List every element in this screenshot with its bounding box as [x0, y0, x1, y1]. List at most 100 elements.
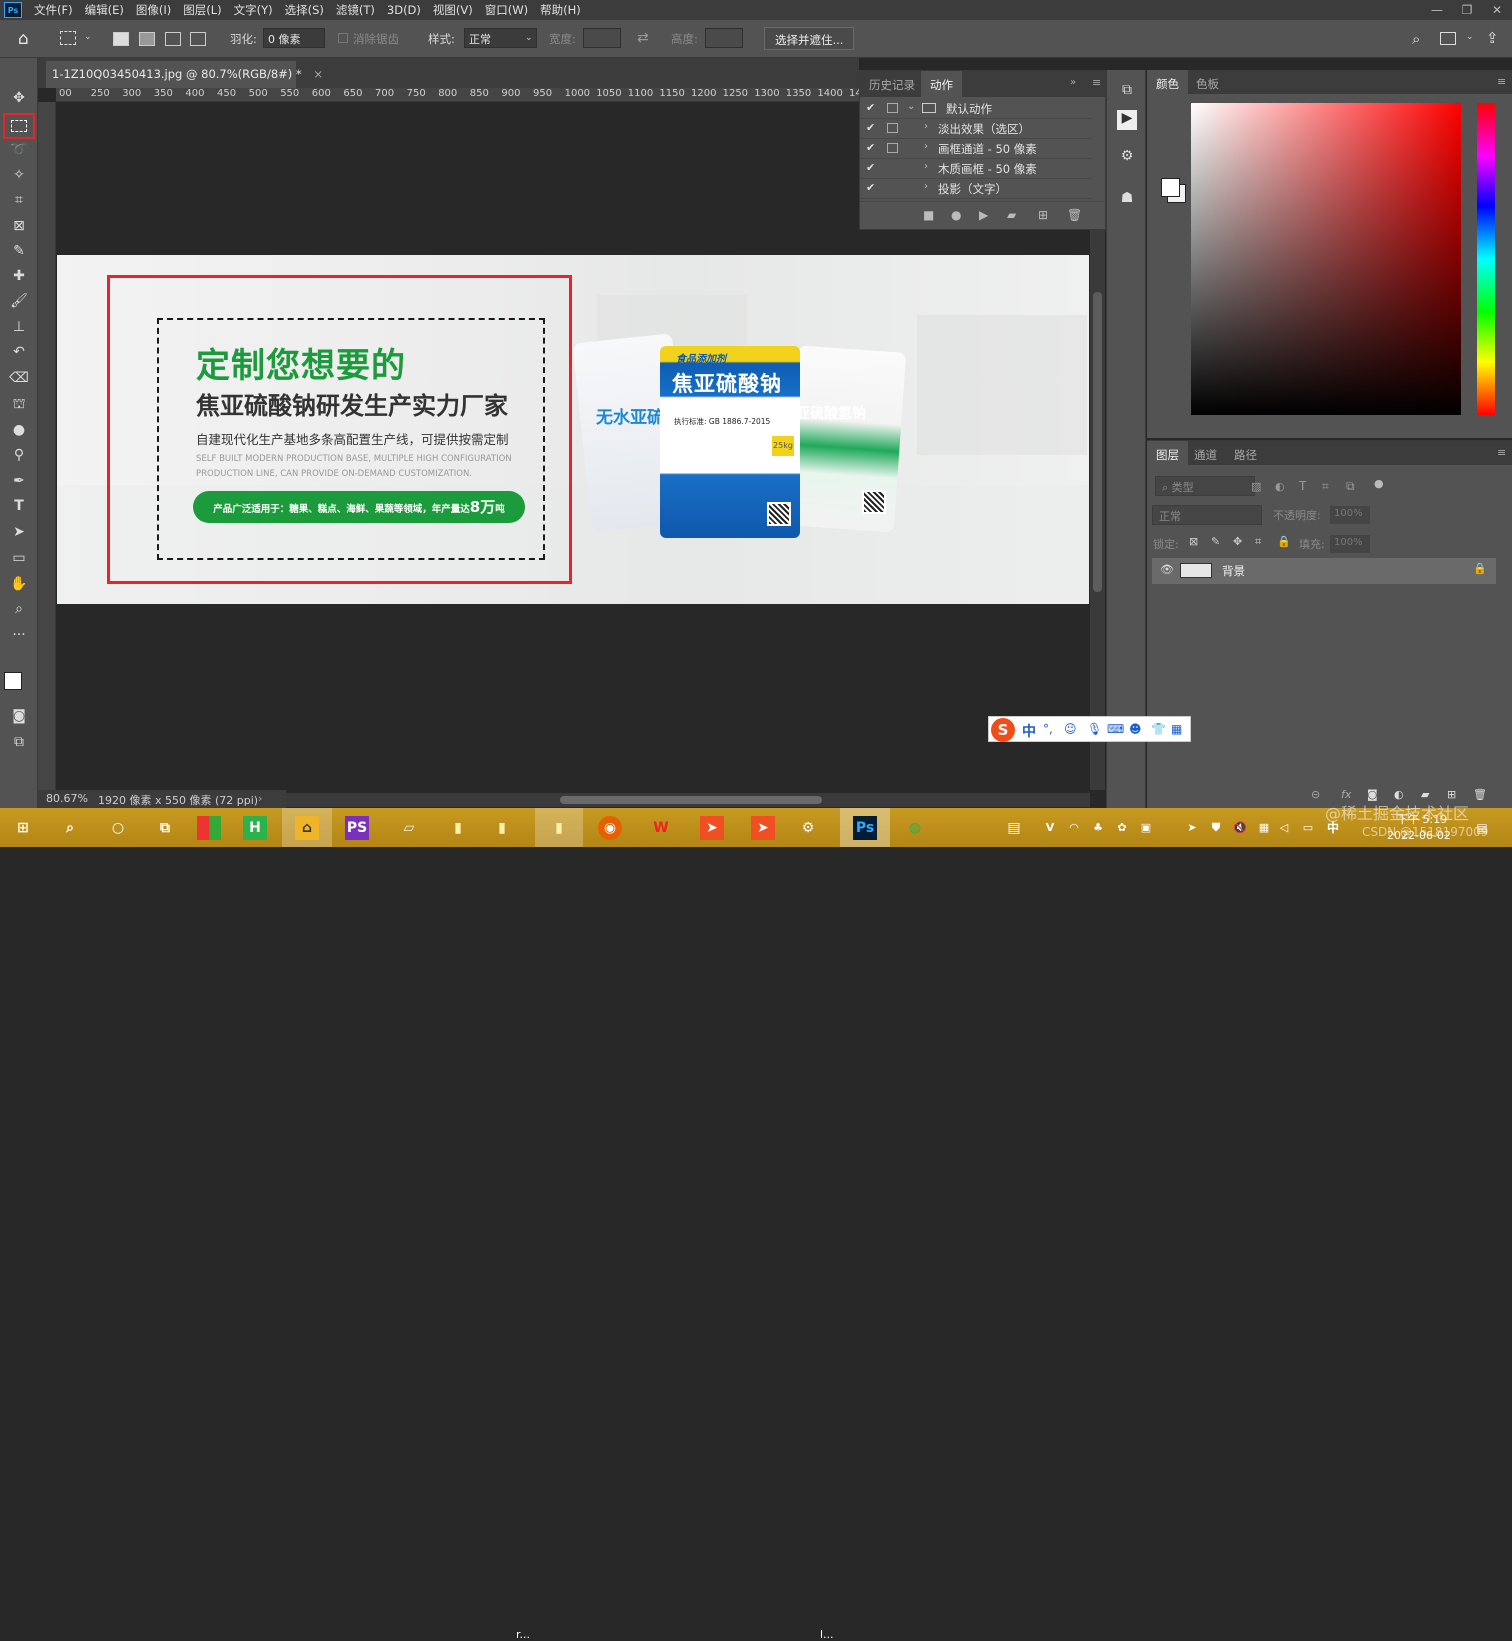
magic-wand-tool-icon[interactable]: ✧	[8, 165, 30, 185]
frame-tool-icon[interactable]: ⊠	[8, 216, 30, 236]
windows-start-icon[interactable]: ⊞	[11, 816, 35, 840]
user-icon[interactable]: ☻	[1129, 722, 1142, 736]
action-row[interactable]: ✔ › 木质画框 - 50 像素	[860, 159, 1092, 179]
tab-history[interactable]: 历史记录	[860, 71, 924, 97]
more-tools-icon[interactable]: ···	[8, 625, 30, 645]
check-icon[interactable]: ✔	[866, 161, 875, 174]
app-icon[interactable]: ➤	[751, 816, 775, 840]
hand-tool-icon[interactable]: ✋	[8, 574, 30, 594]
file-explorer-icon[interactable]: ▮	[490, 816, 514, 840]
menu-select[interactable]: 选择(S)	[279, 2, 330, 18]
panel-menu-icon[interactable]: ≡	[1092, 76, 1101, 89]
tab-paths[interactable]: 路径	[1225, 441, 1266, 467]
blend-mode-select[interactable]: 正常	[1152, 505, 1262, 525]
tab-channels[interactable]: 通道	[1185, 441, 1226, 467]
app-tile-icon[interactable]	[197, 816, 221, 840]
file-explorer-icon[interactable]: ▮	[446, 816, 470, 840]
layer-row-background[interactable]: 👁 背景 🔒	[1152, 558, 1496, 584]
delete-icon[interactable]: 🗑	[1067, 208, 1082, 222]
vertical-scroll-thumb[interactable]	[1093, 292, 1102, 592]
restore-icon[interactable]: ❐	[1452, 3, 1482, 17]
document-tab[interactable]: 1-1Z10Q03450413.jpg @ 80.7%(RGB/8#) * ×	[46, 61, 323, 88]
collapse-icon[interactable]: »	[1070, 77, 1076, 88]
filter-type-icon[interactable]: T	[1299, 479, 1306, 493]
app-icon[interactable]: ➤	[700, 816, 724, 840]
color-field[interactable]	[1191, 103, 1461, 415]
width-input[interactable]	[583, 28, 621, 48]
tray-icon[interactable]: ▤	[1002, 816, 1026, 840]
history-brush-tool-icon[interactable]: ↶	[8, 342, 30, 362]
swap-icon[interactable]: ⇄	[637, 30, 649, 46]
hue-slider[interactable]	[1477, 103, 1495, 415]
toolbox-icon[interactable]: ▦	[1171, 722, 1182, 736]
type-tool-icon[interactable]: T	[8, 496, 30, 516]
action-row[interactable]: ✔ ⌄ 默认动作	[860, 99, 1092, 119]
check-icon[interactable]: ✔	[866, 181, 875, 194]
tray-icon[interactable]: V	[1038, 816, 1062, 840]
close-tab-icon[interactable]: ×	[313, 67, 323, 81]
search-icon[interactable]: ⌕	[58, 816, 82, 840]
cortana-icon[interactable]: ○	[106, 816, 130, 840]
screen-mode-icon[interactable]: ⧉	[8, 732, 30, 752]
new-set-icon[interactable]: ▰	[1007, 208, 1016, 222]
close-icon[interactable]: ✕	[1482, 3, 1512, 17]
properties-panel-icon[interactable]: ⚙	[1117, 148, 1137, 168]
microphone-icon[interactable]: 🎙	[1087, 722, 1102, 736]
photoshop-taskbar-icon[interactable]: Ps	[853, 816, 877, 840]
move-tool-icon[interactable]: ✥	[8, 88, 30, 108]
fill-input[interactable]: 100%	[1330, 535, 1370, 553]
new-action-icon[interactable]: ⊞	[1038, 208, 1048, 222]
check-icon[interactable]: ✔	[866, 101, 875, 114]
wechat-icon[interactable]: ◍	[903, 816, 927, 840]
libraries-panel-icon[interactable]: ☗	[1117, 190, 1137, 210]
action-row[interactable]: ✔ › 投影（文字）	[860, 179, 1092, 199]
panel-menu-icon[interactable]: ≡	[1497, 446, 1506, 459]
rectangle-tool-icon[interactable]: ▭	[8, 548, 30, 568]
tab-swatches[interactable]: 色板	[1187, 70, 1228, 96]
panel-menu-icon[interactable]: ≡	[1497, 75, 1506, 88]
lock-all-icon[interactable]: 🔒	[1277, 535, 1291, 548]
new-selection-icon[interactable]	[113, 32, 129, 46]
nvidia-icon[interactable]: ▣	[1134, 816, 1158, 840]
subtract-selection-icon[interactable]	[165, 32, 181, 46]
tab-layers[interactable]: 图层	[1147, 441, 1188, 467]
record-icon[interactable]: ●	[951, 208, 961, 222]
tray-icon[interactable]: ✿	[1110, 816, 1134, 840]
lock-icon[interactable]: 🔒	[1473, 562, 1487, 575]
battery-icon[interactable]: ▭	[1296, 816, 1320, 840]
menu-view[interactable]: 视图(V)	[427, 2, 479, 18]
app-icon[interactable]: ⚙	[796, 816, 820, 840]
task-view-icon[interactable]: ⧉	[153, 816, 177, 840]
eraser-tool-icon[interactable]: ⌫	[8, 368, 30, 388]
filter-pixel-icon[interactable]: ▨	[1251, 480, 1261, 493]
dodge-tool-icon[interactable]: ⚲	[8, 445, 30, 465]
workspace-icon[interactable]	[1440, 32, 1456, 45]
intersect-selection-icon[interactable]	[190, 32, 206, 46]
menu-edit[interactable]: 编辑(E)	[79, 2, 130, 18]
emoji-icon[interactable]: ☺	[1064, 722, 1077, 736]
firefox-icon[interactable]: ◉	[598, 816, 622, 840]
chevron-down-icon[interactable]: ⌄	[84, 32, 92, 42]
chevron-right-icon[interactable]: ›	[924, 141, 928, 152]
quick-mask-icon[interactable]: ◙	[8, 706, 30, 726]
tray-icon[interactable]: ➤	[1180, 816, 1204, 840]
chevron-down-icon[interactable]: ⌄	[907, 101, 915, 112]
hbuilder-icon[interactable]: H	[243, 816, 267, 840]
chevron-right-icon[interactable]: ›	[924, 161, 928, 172]
volume-icon[interactable]: 🔇	[1228, 816, 1252, 840]
lasso-tool-icon[interactable]: ➰	[8, 140, 30, 160]
height-input[interactable]	[705, 28, 743, 48]
filter-shape-icon[interactable]: ⌗	[1322, 479, 1329, 494]
stop-icon[interactable]: ■	[923, 208, 934, 222]
filter-adjust-icon[interactable]: ◐	[1275, 480, 1285, 493]
share-icon[interactable]: ⇪	[1486, 29, 1499, 47]
history-panel-icon[interactable]: ⧉	[1117, 82, 1137, 102]
action-row[interactable]: ✔ › 淡出效果（选区）	[860, 119, 1092, 139]
crop-tool-icon[interactable]: ⌗	[8, 190, 30, 210]
dialog-toggle-icon[interactable]	[887, 123, 898, 133]
lock-transparent-icon[interactable]: ⊠	[1189, 535, 1198, 548]
play-icon[interactable]: ▶	[979, 208, 988, 222]
chevron-down-icon[interactable]: ⌄	[1466, 32, 1474, 42]
tab-color[interactable]: 颜色	[1147, 70, 1188, 96]
brush-tool-icon[interactable]: 🖌	[8, 291, 30, 311]
